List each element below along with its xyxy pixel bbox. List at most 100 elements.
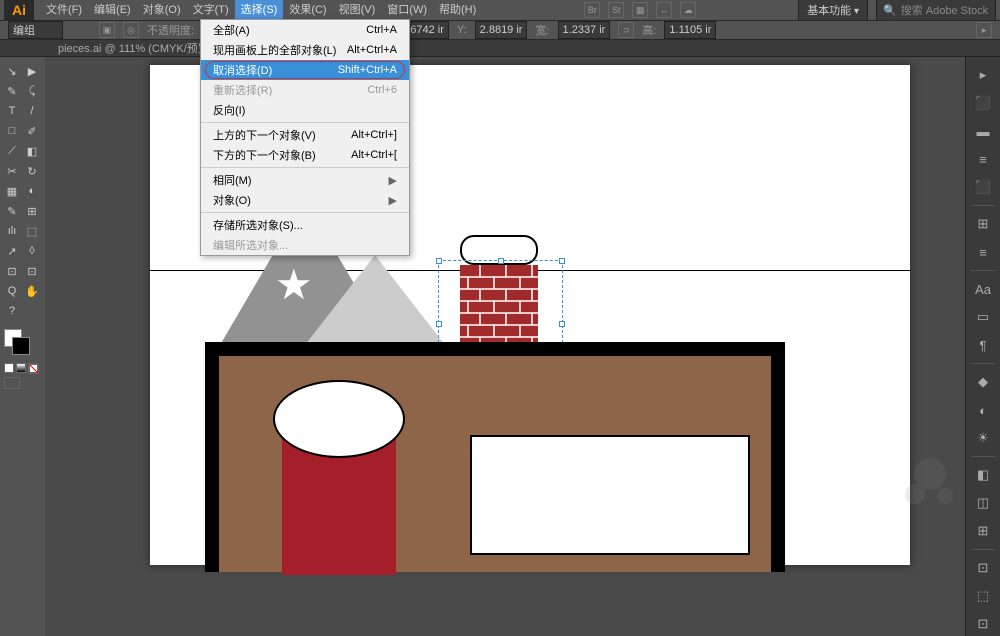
tool-21[interactable]: ⊡: [22, 261, 42, 281]
screen-mode-row: [2, 377, 20, 389]
screen-mode[interactable]: [4, 377, 20, 389]
menu-item-shortcut: ▶: [389, 174, 397, 187]
menu-6[interactable]: 视图(V): [333, 0, 382, 20]
menu-2[interactable]: 对象(O): [137, 0, 187, 20]
handle-mr[interactable]: [559, 321, 565, 327]
tool-20[interactable]: ⊡: [2, 261, 22, 281]
door-arch[interactable]: [273, 380, 405, 458]
tool-13[interactable]: ◐: [22, 181, 42, 201]
tool-5[interactable]: /: [22, 101, 42, 121]
tool-0[interactable]: ↘: [2, 61, 22, 81]
handle-tr[interactable]: [559, 258, 565, 264]
tool-14[interactable]: ✎: [2, 201, 22, 221]
menu-item-shortcut: Ctrl+A: [366, 24, 397, 36]
panel-icon-10[interactable]: ▭: [971, 305, 995, 329]
panel-icon-6[interactable]: ⊞: [971, 212, 995, 236]
mode-none[interactable]: [28, 363, 38, 373]
panel-icon-4[interactable]: ⬛: [971, 175, 995, 199]
tool-10[interactable]: ✂: [2, 161, 22, 181]
panel-icon-0[interactable]: ▸: [971, 63, 995, 87]
tool-3[interactable]: ⤹: [22, 81, 42, 101]
tools-panel: ↘▶✎⤹T/□✐⟋◧✂↻▦◐✎⊞ılı⬚↗◊⊡⊡Q✋?: [0, 57, 45, 636]
handle-ml[interactable]: [436, 321, 442, 327]
menu-1[interactable]: 编辑(E): [88, 0, 137, 20]
menu-item-9[interactable]: 相同(M)▶: [201, 170, 409, 190]
menu-5[interactable]: 效果(C): [283, 0, 332, 20]
tool-15[interactable]: ⊞: [22, 201, 42, 221]
top-icon-5[interactable]: ☁: [680, 2, 696, 18]
link-wh-icon[interactable]: ⊃: [618, 22, 634, 38]
transform-icon[interactable]: ◎: [123, 22, 139, 38]
menu-item-1[interactable]: 现用画板上的全部对象(L)Alt+Ctrl+A: [201, 40, 409, 60]
more-icon[interactable]: ▸: [976, 22, 992, 38]
menu-item-label: 重新选择(R): [213, 82, 272, 98]
panel-icon-9[interactable]: Aa: [971, 277, 995, 301]
tool-22[interactable]: Q: [2, 281, 22, 301]
panel-icon-13[interactable]: ◆: [971, 370, 995, 394]
tool-23[interactable]: ✋: [22, 281, 42, 301]
menu-item-2[interactable]: 取消选择(D)Shift+Ctrl+A: [201, 60, 409, 80]
menu-item-0[interactable]: 全部(A)Ctrl+A: [201, 20, 409, 40]
tool-8[interactable]: ⟋: [2, 141, 22, 161]
panel-icon-18[interactable]: ◫: [971, 491, 995, 515]
panel-icon-21[interactable]: ⊡: [971, 556, 995, 580]
mode-gradient[interactable]: [16, 363, 26, 373]
menu-0[interactable]: 文件(F): [40, 0, 88, 20]
tool-9[interactable]: ◧: [22, 141, 42, 161]
h-label: 高:: [642, 22, 656, 38]
menu-item-label: 取消选择(D): [213, 62, 272, 78]
tool-18[interactable]: ↗: [2, 241, 22, 261]
h-input[interactable]: 1.1105 ir: [664, 21, 716, 39]
panel-icon-17[interactable]: ◧: [971, 463, 995, 487]
color-swatches[interactable]: [2, 329, 40, 359]
workspace-switcher[interactable]: 基本功能 ▾: [798, 0, 868, 21]
panel-icon-23[interactable]: ⊡: [971, 612, 995, 636]
w-input[interactable]: 1.2337 ir: [558, 21, 611, 39]
top-icon-2[interactable]: St: [608, 2, 624, 18]
menu-4[interactable]: 选择(S): [235, 0, 284, 20]
tool-11[interactable]: ↻: [22, 161, 42, 181]
stock-search[interactable]: 🔍 搜索 Adobe Stock: [876, 0, 996, 21]
tool-17[interactable]: ⬚: [22, 221, 42, 241]
panel-separator: [971, 549, 995, 550]
menu-item-12[interactable]: 存储所选对象(S)...: [201, 215, 409, 235]
tool-1[interactable]: ▶: [22, 61, 42, 81]
tool-12[interactable]: ▦: [2, 181, 22, 201]
menu-8[interactable]: 帮助(H): [433, 0, 482, 20]
panel-icon-1[interactable]: ⬛: [971, 91, 995, 115]
mountain-front[interactable]: [305, 255, 445, 345]
menu-item-7[interactable]: 下方的下一个对象(B)Alt+Ctrl+[: [201, 145, 409, 165]
y-input[interactable]: 2.8819 ir: [475, 21, 528, 39]
panel-icon-15[interactable]: ☀: [971, 426, 995, 450]
menu-item-10[interactable]: 对象(O)▶: [201, 190, 409, 210]
mode-normal[interactable]: [4, 363, 14, 373]
menu-7[interactable]: 窗口(W): [381, 0, 433, 20]
top-icon-4[interactable]: ↔: [656, 2, 672, 18]
panel-icon-14[interactable]: ◐: [971, 398, 995, 422]
menu-item-4[interactable]: 反向(I): [201, 100, 409, 120]
tool-4[interactable]: T: [2, 101, 22, 121]
stroke-swatch[interactable]: [12, 337, 30, 355]
panel-icon-3[interactable]: ≡: [971, 147, 995, 171]
panel-icon-2[interactable]: ▬: [971, 119, 995, 143]
tool-7[interactable]: ✐: [22, 121, 42, 141]
canvas-area[interactable]: ★: [45, 57, 965, 636]
menu-item-6[interactable]: 上方的下一个对象(V)Alt+Ctrl+]: [201, 125, 409, 145]
menu-3[interactable]: 文字(T): [187, 0, 235, 20]
panel-icon-22[interactable]: ⬚: [971, 584, 995, 608]
panel-icon-7[interactable]: ≡: [971, 240, 995, 264]
align-icon[interactable]: ▣: [99, 22, 115, 38]
top-icon-1[interactable]: Br: [584, 2, 600, 18]
tool-6[interactable]: □: [2, 121, 22, 141]
document-tab[interactable]: pieces.ai @ 111% (CMYK/预览): [50, 40, 220, 56]
panel-icon-19[interactable]: ⊞: [971, 519, 995, 543]
handle-tm[interactable]: [498, 258, 504, 264]
tool-16[interactable]: ılı: [2, 221, 22, 241]
tool-2[interactable]: ✎: [2, 81, 22, 101]
panel-icon-11[interactable]: ¶: [971, 333, 995, 357]
handle-tl[interactable]: [436, 258, 442, 264]
tool-19[interactable]: ◊: [22, 241, 42, 261]
tool-24[interactable]: ?: [2, 301, 22, 321]
top-icon-3[interactable]: ▦: [632, 2, 648, 18]
window-rect[interactable]: [470, 435, 750, 555]
